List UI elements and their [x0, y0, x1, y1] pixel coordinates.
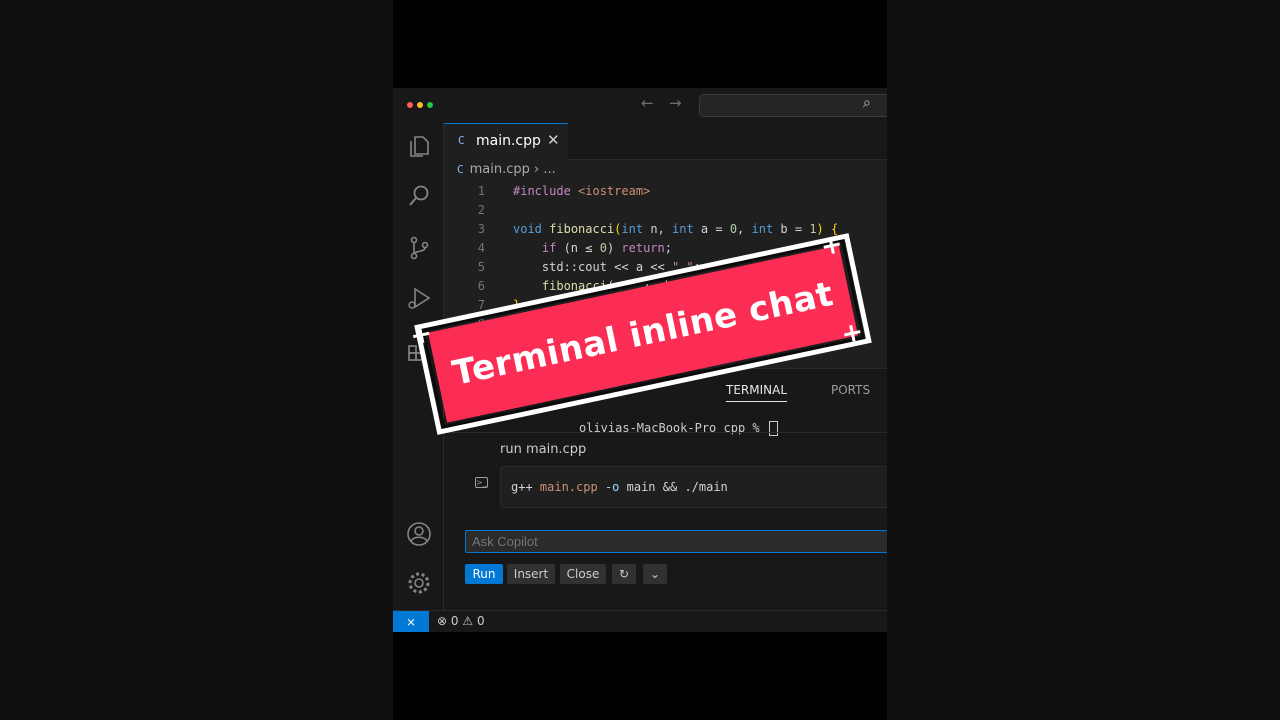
code-line: 2 — [444, 201, 887, 220]
explorer-icon[interactable] — [406, 133, 432, 159]
cpp-file-icon: C — [457, 163, 464, 176]
terminal-cursor — [768, 421, 778, 436]
terminal-prompt[interactable]: olivias-MacBook-Pro cpp % — [579, 421, 778, 436]
command-center-search[interactable] — [699, 94, 887, 117]
problems-indicator[interactable]: ⊗ 0 ⚠ 0 — [437, 614, 485, 628]
breadcrumb: Cmain.cpp › ... — [457, 162, 556, 177]
breadcrumb-separator: › — [534, 162, 540, 177]
breadcrumb-file[interactable]: main.cpp — [470, 162, 530, 177]
line-number: 5 — [477, 260, 485, 274]
code-text: #include <iostream> — [513, 184, 651, 198]
status-bar: ⨯ ⊗ 0 ⚠ 0 — [393, 610, 887, 632]
gear-icon[interactable] — [406, 570, 432, 596]
line-number: 4 — [477, 241, 485, 255]
insert-button[interactable]: Insert — [507, 564, 555, 584]
code-line: 1 #include <iostream> — [444, 182, 887, 201]
line-number: 6 — [477, 279, 485, 293]
run-button[interactable]: Run — [465, 564, 503, 584]
window-close-dot[interactable] — [407, 102, 413, 108]
close-icon[interactable]: ✕ — [547, 131, 560, 149]
window-minimize-dot[interactable] — [417, 102, 423, 108]
command-token: main.cpp — [539, 480, 605, 494]
tab-terminal[interactable]: TERMINAL — [726, 383, 788, 402]
warning-icon: ⚠ — [462, 614, 474, 628]
run-debug-icon[interactable] — [406, 285, 432, 311]
rerun-icon[interactable]: ↻ — [612, 564, 636, 584]
close-button[interactable]: Close — [560, 564, 606, 584]
accounts-icon[interactable] — [406, 521, 432, 547]
search-sidebar-icon[interactable] — [406, 183, 432, 209]
title-bar: ← → ⌕ — [393, 88, 887, 123]
line-number: 2 — [477, 203, 485, 217]
cpp-file-icon: C — [458, 134, 465, 147]
tab-label: main.cpp — [476, 133, 541, 149]
ask-copilot-input[interactable] — [465, 530, 887, 553]
editor-tab-bar: C main.cpp ✕ — [444, 123, 887, 160]
error-count: 0 — [450, 614, 459, 628]
code-text: if (n ≤ 0) return; — [541, 241, 672, 255]
terminal-icon: >_ — [475, 477, 488, 488]
command-token: && — [662, 480, 685, 494]
line-number: 3 — [477, 222, 485, 236]
line-number: 1 — [477, 184, 485, 198]
command-token: ./main — [684, 480, 728, 494]
chevron-down-icon[interactable]: ⌄ — [643, 564, 667, 584]
suggested-command-block[interactable]: g++ main.cpp -o main && ./main — [500, 466, 887, 508]
source-control-icon[interactable] — [406, 235, 432, 261]
forward-arrow-icon[interactable]: → — [669, 94, 682, 112]
remote-icon[interactable]: ⨯ — [393, 611, 429, 632]
error-icon: ⊗ — [437, 614, 448, 628]
breadcrumb-more[interactable]: ... — [543, 162, 555, 177]
chat-request: run main.cpp — [500, 442, 587, 457]
tab-main-cpp[interactable]: C main.cpp ✕ — [444, 123, 568, 160]
command-token: g++ — [511, 480, 540, 494]
back-arrow-icon[interactable]: ← — [641, 94, 654, 112]
command-token: -o — [604, 480, 627, 494]
search-icon[interactable]: ⌕ — [863, 95, 871, 111]
code-text: void fibonacci(int n, int a = 0, int b =… — [513, 222, 839, 236]
warning-count: 0 — [476, 614, 485, 628]
tab-ports[interactable]: PORTS — [831, 383, 870, 397]
suggested-command: g++ main.cpp -o main && ./main — [511, 480, 728, 494]
chat-divider — [444, 432, 887, 433]
command-token: main — [626, 480, 663, 494]
window-zoom-dot[interactable] — [427, 102, 433, 108]
